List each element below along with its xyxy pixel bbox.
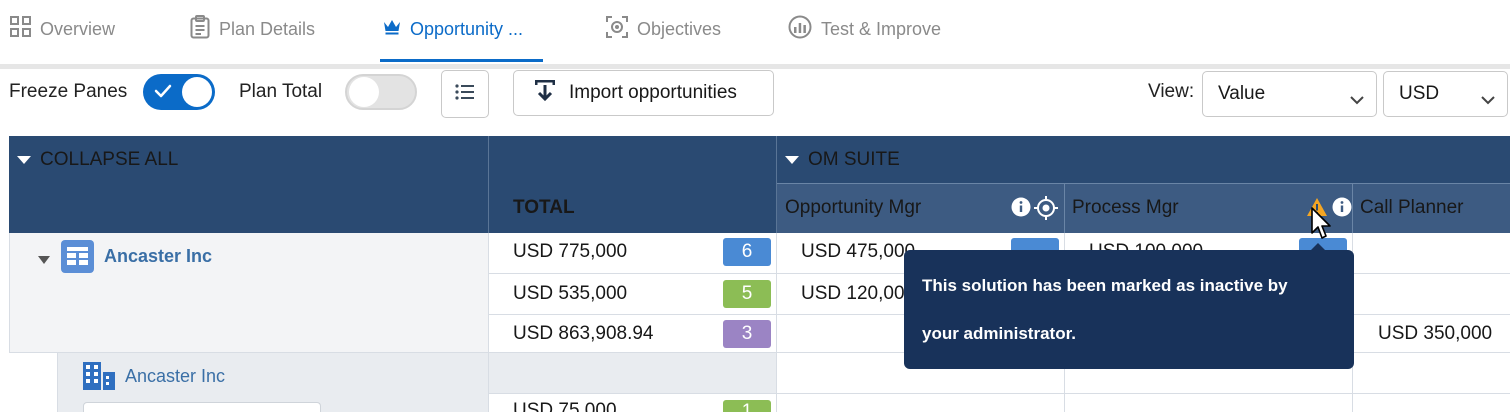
list-view-button[interactable] xyxy=(441,70,489,118)
count-badge[interactable]: 5 xyxy=(723,280,771,308)
grid-line xyxy=(489,393,1510,394)
toggle-knob xyxy=(182,77,212,107)
view-select-value: Value xyxy=(1218,83,1266,104)
info-icon[interactable] xyxy=(1332,197,1352,222)
plan-total-label: Plan Total xyxy=(239,81,323,102)
chevron-down-icon xyxy=(1350,89,1364,111)
column-header-process-mgr: Process Mgr xyxy=(1072,197,1179,218)
building-icon xyxy=(83,362,115,395)
currency-select-value: USD xyxy=(1399,83,1440,104)
header-divider xyxy=(777,183,1510,184)
tab-plan-details[interactable]: Plan Details xyxy=(190,0,315,58)
grid-line xyxy=(776,233,777,412)
opportunity-mgr-cell[interactable]: USD 475,000 xyxy=(801,241,915,263)
freeze-panes-label: Freeze Panes xyxy=(9,81,128,102)
count-badge[interactable]: 3 xyxy=(723,320,771,348)
target-icon xyxy=(606,15,628,43)
inactive-solution-tooltip: This solution has been marked as inactiv… xyxy=(904,250,1354,369)
import-opportunities-button[interactable]: Import opportunities xyxy=(513,70,774,116)
column-header-call-planner: Call Planner xyxy=(1360,197,1464,218)
tab-label: Test & Improve xyxy=(821,18,942,39)
target-icon[interactable] xyxy=(1034,196,1058,225)
header-divider xyxy=(1064,183,1065,233)
sub-account-link[interactable]: Ancaster Inc xyxy=(125,366,225,387)
grid-line xyxy=(57,352,58,412)
collapse-all-button[interactable]: COLLAPSE ALL xyxy=(16,149,178,171)
header-divider xyxy=(1352,183,1353,233)
total-cell: USD 863,908.94 xyxy=(513,323,654,344)
tab-bar: Overview Plan Details Opportunity ... Ob… xyxy=(0,0,1510,69)
list-icon xyxy=(455,83,475,105)
tooltip-line: This solution has been marked as inactiv… xyxy=(922,276,1288,295)
clipboard-icon xyxy=(190,14,210,44)
caret-down-icon[interactable] xyxy=(37,252,51,270)
header-divider xyxy=(488,136,489,233)
column-header-opportunity-mgr: Opportunity Mgr xyxy=(785,197,922,218)
grid-line xyxy=(9,233,10,352)
view-select[interactable]: Value xyxy=(1202,71,1377,117)
tab-overview[interactable]: Overview xyxy=(10,0,115,58)
info-icon[interactable] xyxy=(1011,197,1031,222)
freeze-panes-toggle[interactable] xyxy=(143,74,215,110)
opportunity-mgr-cell[interactable]: USD 120,000 xyxy=(801,283,915,305)
chevron-down-icon xyxy=(1481,89,1495,111)
tab-label: Overview xyxy=(40,18,116,39)
import-label: Import opportunities xyxy=(569,82,737,103)
total-header: TOTAL xyxy=(513,197,575,218)
count-badge[interactable]: 1 xyxy=(723,400,771,412)
account-link[interactable]: Ancaster Inc xyxy=(104,246,212,267)
view-label: View: xyxy=(1148,81,1195,102)
sub-account-total-cell xyxy=(489,352,777,394)
tooltip-line: your administrator. xyxy=(922,324,1076,343)
tab-opportunity[interactable]: Opportunity ... xyxy=(383,0,523,58)
currency-select[interactable]: USD xyxy=(1383,71,1508,117)
count-badge[interactable]: 6 xyxy=(723,238,771,266)
mouse-cursor-icon xyxy=(1311,207,1333,246)
active-tab-indicator xyxy=(380,59,543,62)
plan-total-toggle[interactable] xyxy=(345,74,417,110)
grid-line xyxy=(488,233,489,412)
call-planner-cell[interactable]: USD 350,000 xyxy=(1378,323,1492,345)
tab-label: Opportunity ... xyxy=(410,18,524,39)
group-header-label: OM SUITE xyxy=(808,149,900,170)
tab-objectives[interactable]: Objectives xyxy=(606,0,721,58)
import-icon xyxy=(533,78,557,108)
caret-down-icon xyxy=(784,149,800,171)
crown-icon xyxy=(383,19,401,40)
tab-label: Objectives xyxy=(637,18,722,39)
group-header-om-suite[interactable]: OM SUITE xyxy=(784,149,900,171)
collapse-all-label: COLLAPSE ALL xyxy=(40,149,179,170)
gauge-icon xyxy=(788,15,812,44)
grid-icon xyxy=(10,16,31,42)
check-icon xyxy=(153,81,173,106)
total-cell: USD 535,000 xyxy=(513,283,628,304)
tab-test-improve[interactable]: Test & Improve xyxy=(788,0,941,58)
toolbar: Freeze Panes Plan Total Import opportuni… xyxy=(0,69,1510,119)
total-cell: USD 775,000 xyxy=(513,241,628,262)
total-cell: USD 75,000 xyxy=(513,400,617,412)
caret-down-icon xyxy=(16,149,32,171)
tab-label: Plan Details xyxy=(219,18,316,39)
segment-button-group[interactable] xyxy=(83,402,321,412)
toggle-knob xyxy=(349,77,379,107)
table-icon xyxy=(61,240,94,278)
